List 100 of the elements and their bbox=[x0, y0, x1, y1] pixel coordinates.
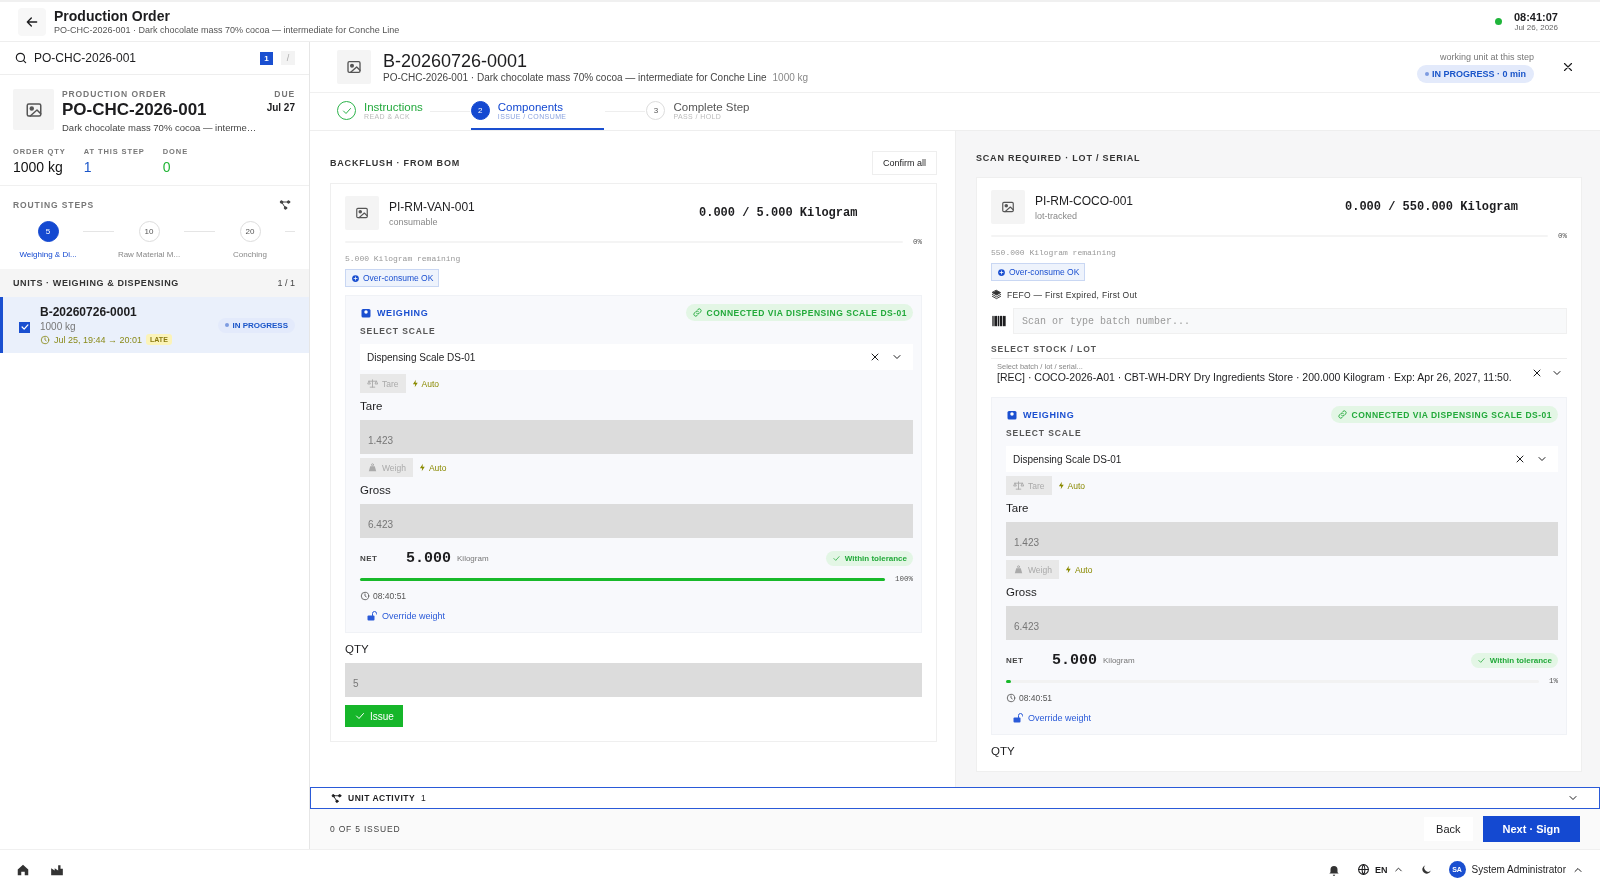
clock-icon bbox=[1006, 693, 1016, 703]
field-label: Tare bbox=[1006, 502, 1029, 514]
search-icon bbox=[14, 51, 28, 65]
net-unit: Kilogram bbox=[1103, 656, 1135, 665]
due-date: Jul 27 bbox=[266, 102, 295, 113]
unit-activity-bar[interactable]: UNIT ACTIVITY 1 bbox=[310, 787, 1600, 809]
step-number: 5 bbox=[37, 221, 59, 242]
clock-date: Jul 26, 2026 bbox=[1514, 23, 1558, 32]
factory-button[interactable] bbox=[50, 862, 64, 877]
field-label: SELECT SCALE bbox=[360, 326, 436, 336]
scale-select[interactable]: Dispensing Scale DS-01 bbox=[1006, 446, 1558, 472]
weighing-title: WEIGHING bbox=[377, 307, 429, 318]
stat-value: 1000 kg bbox=[13, 159, 64, 175]
status-badge: IN PROGRESS bbox=[218, 317, 295, 333]
bolt-icon bbox=[417, 463, 427, 472]
next-sign-button[interactable]: Next · Sign bbox=[1482, 816, 1580, 842]
unit-count: 1 / 1 bbox=[277, 278, 295, 288]
auto-label: Auto bbox=[421, 378, 440, 389]
field-label: Gross bbox=[1006, 586, 1037, 598]
over-consume-badge: Over-consume OK bbox=[991, 263, 1086, 281]
check-icon bbox=[1476, 656, 1486, 665]
stat-value: 0 bbox=[162, 159, 172, 175]
search-field[interactable]: PO-CHC-2026-001 bbox=[14, 51, 252, 65]
component-type: consumable bbox=[389, 216, 439, 227]
unlock-icon bbox=[1012, 712, 1024, 724]
unlock-icon bbox=[366, 610, 378, 622]
image-icon bbox=[346, 59, 362, 75]
field-label: SELECT SCALE bbox=[1006, 428, 1082, 438]
field-label: QTY bbox=[345, 643, 369, 655]
barcode-icon bbox=[991, 313, 1007, 329]
section-title: UNITS · WEIGHING & DISPENSING bbox=[13, 278, 179, 288]
bolt-icon bbox=[410, 379, 420, 388]
back-button[interactable] bbox=[18, 7, 46, 36]
unit-subtitle: PO-CHC-2026-001 · Dark chocolate mass 70% cocoa — intermediate for Conche Line bbox=[383, 72, 767, 83]
field-label: SELECT STOCK / LOT bbox=[991, 344, 1097, 354]
unit-quantity: 1000 kg bbox=[772, 72, 809, 83]
graph-icon bbox=[279, 199, 291, 211]
clock-time: 08:41:07 bbox=[1513, 11, 1558, 23]
fefo-rule: FEFO — First Expired, First Out bbox=[1007, 289, 1138, 300]
language-selector[interactable]: EN bbox=[1357, 863, 1404, 876]
factory-icon bbox=[50, 862, 64, 877]
net-label: NET bbox=[1006, 656, 1025, 665]
link-icon bbox=[691, 307, 703, 318]
balance-icon bbox=[367, 378, 378, 389]
time-window: Jul 25, 19:44 → 20:01 bbox=[54, 334, 143, 345]
connection-badge: CONNECTED VIA DISPENSING SCALE DS-01 bbox=[685, 304, 913, 321]
weigh-time: 08:40:51 bbox=[373, 591, 407, 601]
stat-value: 1 bbox=[83, 159, 93, 175]
confirm-all-button[interactable]: Confirm all bbox=[872, 151, 937, 175]
field-label: QTY bbox=[991, 745, 1015, 757]
override-weight-link[interactable]: Override weight bbox=[1012, 712, 1092, 724]
moon-icon bbox=[1419, 863, 1433, 876]
image-icon bbox=[355, 206, 369, 220]
bolt-icon bbox=[1056, 481, 1066, 490]
plus-circle-icon bbox=[351, 273, 360, 283]
scan-field[interactable]: Scan or type batch number... bbox=[1013, 308, 1567, 334]
component-type: lot-tracked bbox=[1035, 210, 1079, 221]
weight-icon bbox=[367, 462, 378, 473]
weigh-time: 08:40:51 bbox=[1019, 693, 1053, 703]
routing-step[interactable]: 10 Raw Material M... bbox=[114, 221, 184, 259]
close-icon bbox=[1561, 60, 1575, 74]
clock-icon bbox=[360, 591, 370, 601]
status-badge: IN PROGRESS · 0 min bbox=[1416, 64, 1534, 83]
user-name: System Administrator bbox=[1471, 864, 1566, 875]
layers-icon bbox=[991, 289, 1002, 300]
step-label: Weighing & Di... bbox=[19, 250, 77, 259]
result-count: 1 bbox=[260, 51, 273, 65]
image-icon bbox=[24, 100, 43, 119]
auto-label: Auto bbox=[428, 462, 447, 473]
activity-label: UNIT ACTIVITY bbox=[348, 793, 416, 803]
component-quantity: 0.000 / 5.000 Kilogram bbox=[699, 206, 858, 220]
working-unit-label: working unit at this step bbox=[1439, 51, 1534, 62]
check-icon bbox=[354, 710, 366, 722]
weight-icon bbox=[1013, 564, 1024, 575]
routing-step[interactable]: 20 Conching bbox=[215, 221, 285, 259]
section-title: BACKFLUSH · FROM BOM bbox=[330, 158, 460, 168]
remaining-quantity: 5.000 Kilogram remaining bbox=[345, 254, 461, 263]
order-description: Dark chocolate mass 70% cocoa — interme… bbox=[62, 122, 258, 133]
theme-toggle[interactable] bbox=[1419, 863, 1433, 876]
field-label: Gross bbox=[360, 484, 391, 496]
section-title: ROUTING STEPS bbox=[13, 200, 95, 210]
clear-icon[interactable] bbox=[1514, 453, 1526, 465]
activity-count: 1 bbox=[421, 793, 426, 803]
scale-select[interactable]: Dispensing Scale DS-01 bbox=[360, 344, 913, 370]
unit-title: B-20260726-0001 bbox=[383, 51, 529, 72]
shortcut-key: / bbox=[281, 51, 295, 65]
component-code: PI-RM-COCO-001 bbox=[1035, 193, 1134, 208]
back-button[interactable]: Back bbox=[1424, 817, 1473, 841]
checkbox[interactable] bbox=[19, 321, 30, 333]
home-button[interactable] bbox=[16, 862, 30, 877]
component-code: PI-RM-VAN-001 bbox=[389, 199, 476, 214]
globe-icon bbox=[1357, 863, 1370, 876]
issued-count: 0 OF 5 ISSUED bbox=[330, 824, 401, 834]
clear-icon[interactable] bbox=[869, 351, 881, 363]
balance-icon bbox=[1013, 480, 1024, 491]
override-weight-link[interactable]: Override weight bbox=[366, 610, 446, 622]
routing-step[interactable]: 5 Weighing & Di... bbox=[13, 221, 83, 259]
due-label: DUE bbox=[274, 89, 295, 99]
auto-label: Auto bbox=[1067, 480, 1086, 491]
net-weight: 5.000 bbox=[406, 550, 451, 567]
